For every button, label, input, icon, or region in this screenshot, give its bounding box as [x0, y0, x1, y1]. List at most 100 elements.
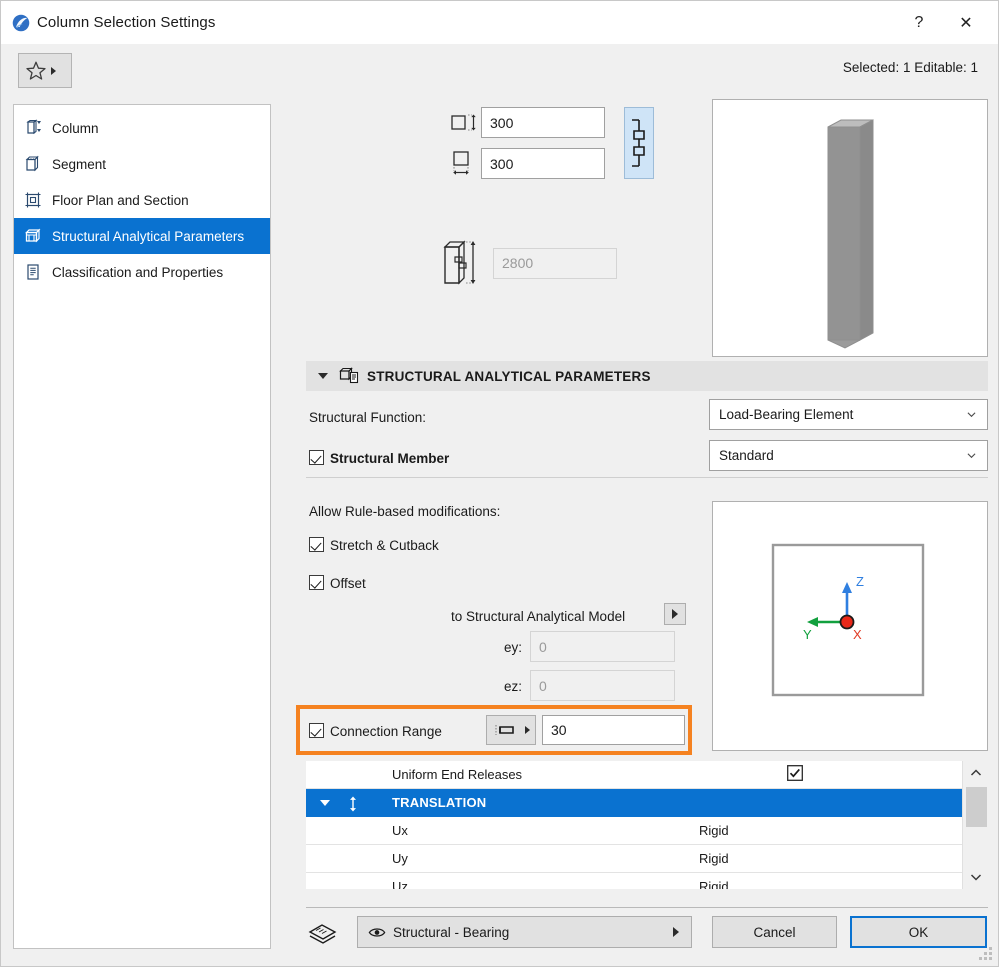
star-icon: [26, 61, 46, 80]
stretch-cutback-label: Stretch & Cutback: [330, 538, 439, 553]
cancel-button[interactable]: Cancel: [712, 916, 837, 948]
table-row[interactable]: Uy Rigid: [306, 845, 988, 873]
connection-range-icon: [494, 725, 514, 735]
title-bar: Column Selection Settings ? ✕: [1, 1, 998, 44]
row-value[interactable]: Rigid: [699, 879, 729, 889]
sidebar-item-label: Classification and Properties: [52, 264, 224, 280]
chevron-down-icon: [967, 453, 976, 459]
stretch-cutback-checkbox[interactable]: [309, 537, 324, 552]
column-width-input[interactable]: [481, 148, 605, 179]
section-title: STRUCTURAL ANALYTICAL PARAMETERS: [367, 368, 651, 384]
resize-grip[interactable]: [979, 947, 993, 961]
table-scrollbar[interactable]: [962, 761, 988, 889]
ey-input[interactable]: [530, 631, 675, 662]
layer-selector[interactable]: Structural - Bearing: [357, 916, 692, 948]
sidebar-item-floor-plan-and-section[interactable]: Floor Plan and Section: [14, 182, 270, 218]
connection-range-type-button[interactable]: [486, 715, 536, 745]
table-row[interactable]: Uniform End Releases: [306, 761, 988, 789]
ey-label: ey:: [503, 640, 522, 655]
structural-member-label: Structural Member: [330, 451, 450, 466]
sidebar-nav: Column Segment Floor Plan and Section St…: [13, 104, 271, 949]
floor-plan-section-icon: [22, 189, 44, 211]
link-dimensions-toggle[interactable]: [624, 107, 654, 179]
column-depth-row: [447, 107, 605, 138]
scroll-thumb[interactable]: [966, 787, 987, 827]
table-row[interactable]: Uz Rigid: [306, 873, 988, 889]
sidebar-item-segment[interactable]: Segment: [14, 146, 270, 182]
end-releases-table: Uniform End Releases TRANSLATION Ux Rigi…: [306, 761, 988, 889]
favorites-button[interactable]: [18, 53, 72, 88]
sidebar-item-structural-analytical-parameters[interactable]: Structural Analytical Parameters: [14, 218, 270, 254]
column-height-icon: [439, 237, 485, 289]
translation-arrow-icon: [346, 795, 360, 811]
archicad-logo-icon: [12, 14, 30, 31]
ok-button[interactable]: OK: [850, 916, 987, 948]
uniform-end-releases-checkbox[interactable]: [787, 765, 803, 784]
segment-icon: [22, 153, 44, 175]
axis-orientation-preview[interactable]: Z Y X: [712, 501, 988, 751]
scroll-down-button[interactable]: [963, 865, 988, 889]
column-height-row: [439, 237, 617, 289]
column-height-input[interactable]: [493, 247, 617, 279]
sidebar-item-column[interactable]: Column: [14, 110, 270, 146]
sidebar-item-classification-and-properties[interactable]: Classification and Properties: [14, 254, 270, 290]
connection-range-input[interactable]: [542, 715, 685, 745]
structural-member-type-value: Standard: [719, 448, 774, 463]
column-depth-icon: [447, 108, 481, 138]
row-label: TRANSLATION: [392, 795, 487, 810]
caret-down-icon: [318, 373, 328, 379]
svg-text:Z: Z: [856, 574, 864, 589]
window-title: Column Selection Settings: [37, 14, 216, 31]
structural-member-checkbox[interactable]: [309, 450, 324, 465]
help-button[interactable]: ?: [896, 1, 942, 44]
column-selection-settings-dialog: Column Selection Settings ? ✕ Selected: …: [0, 0, 999, 967]
sidebar-item-label: Floor Plan and Section: [52, 192, 189, 208]
caret-right-icon: [673, 927, 679, 937]
connection-range-label: Connection Range: [330, 724, 442, 739]
layer-value: Structural - Bearing: [393, 924, 510, 940]
ez-input[interactable]: [530, 670, 675, 701]
section-divider: [306, 477, 988, 478]
structural-analytical-icon: [22, 225, 44, 247]
svg-text:X: X: [853, 627, 862, 642]
window-controls: ? ✕: [896, 1, 998, 44]
column-width-icon: [447, 149, 481, 179]
row-label: Uz: [392, 879, 408, 889]
structural-function-dropdown[interactable]: Load-Bearing Element: [709, 399, 988, 430]
offset-checkbox[interactable]: [309, 575, 324, 590]
row-value[interactable]: Rigid: [699, 823, 729, 838]
sidebar-item-label: Segment: [52, 156, 107, 172]
svg-text:Y: Y: [803, 627, 812, 642]
dialog-footer: Structural - Bearing Cancel OK: [284, 913, 988, 959]
chevron-down-icon: [967, 412, 976, 418]
caret-right-icon: [672, 609, 678, 619]
table-row[interactable]: Ux Rigid: [306, 817, 988, 845]
scroll-up-button[interactable]: [963, 761, 988, 785]
selection-status: Selected: 1 Editable: 1: [842, 60, 978, 75]
sidebar-item-label: Structural Analytical Parameters: [52, 228, 245, 244]
chain-link-icon: [632, 119, 645, 167]
structural-member-type-dropdown[interactable]: Standard: [709, 440, 988, 471]
caret-right-icon: [524, 726, 530, 734]
footer-divider: [306, 907, 988, 908]
column-3d-preview[interactable]: [712, 99, 988, 357]
layers-icon[interactable]: [306, 918, 340, 947]
table-row[interactable]: TRANSLATION: [306, 789, 988, 817]
structural-analytical-section-header[interactable]: STRUCTURAL ANALYTICAL PARAMETERS: [306, 361, 988, 391]
caret-right-icon: [51, 66, 56, 75]
row-value[interactable]: Rigid: [699, 851, 729, 866]
connection-range-checkbox[interactable]: [309, 723, 324, 738]
chevron-down-icon: [970, 874, 982, 881]
row-label: Uy: [392, 851, 408, 866]
caret-down-icon[interactable]: [320, 799, 330, 806]
settings-main-panel: STRUCTURAL ANALYTICAL PARAMETERS Structu…: [284, 89, 988, 959]
allow-rule-based-label: Allow Rule-based modifications:: [309, 504, 501, 519]
to-structural-analytical-model-button[interactable]: [664, 603, 686, 625]
structural-function-value: Load-Bearing Element: [719, 407, 854, 422]
sidebar-item-label: Column: [52, 120, 99, 136]
row-label: Uniform End Releases: [392, 767, 523, 782]
column-depth-input[interactable]: [481, 107, 605, 138]
chevron-up-icon: [970, 769, 982, 776]
close-button[interactable]: ✕: [942, 1, 990, 44]
row-label: Ux: [392, 823, 408, 838]
